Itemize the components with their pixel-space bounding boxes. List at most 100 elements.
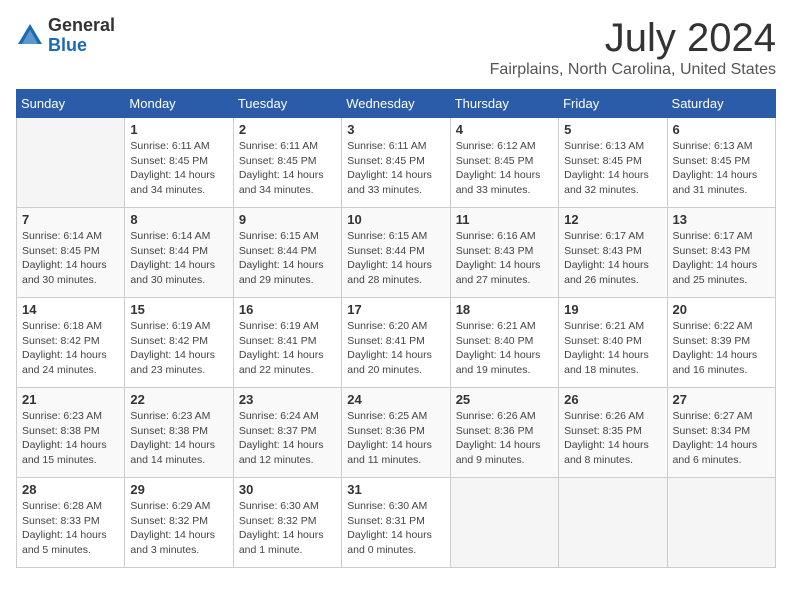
calendar-cell [559,478,667,568]
calendar-cell: 29Sunrise: 6:29 AM Sunset: 8:32 PM Dayli… [125,478,233,568]
day-number: 12 [564,212,661,227]
calendar-cell: 18 Sunrise: 6:21 AM Sunset: 8:40 PM Dayli… [450,298,558,388]
day-number: 27 [673,392,770,407]
day-info: Sunrise: 6:25 AM Sunset: 8:36 PM Dayligh… [347,409,444,468]
calendar-cell: 14 Sunrise: 6:18 AM Sunset: 8:42 PM Dayli… [17,298,125,388]
day-info: Sunrise: 6:15 AM Sunset: 8:44 PM Dayligh… [347,229,444,288]
day-number: 24 [347,392,444,407]
calendar-cell: 26Sunrise: 6:26 AM Sunset: 8:35 PM Dayli… [559,388,667,478]
day-number: 31 [347,482,444,497]
calendar-header-friday: Friday [559,90,667,118]
day-number: 28 [22,482,119,497]
day-number: 3 [347,122,444,137]
calendar-cell: 24 Sunrise: 6:25 AM Sunset: 8:36 PM Dayli… [342,388,450,478]
day-number: 18 [456,302,553,317]
day-info: Sunrise: 6:26 AM Sunset: 8:36 PM Dayligh… [456,409,553,468]
day-number: 10 [347,212,444,227]
day-info: Sunrise: 6:14 AM Sunset: 8:44 PM Dayligh… [130,229,227,288]
day-info: Sunrise: 6:12 AM Sunset: 8:45 PM Dayligh… [456,139,553,198]
calendar-cell: 21Sunrise: 6:23 AM Sunset: 8:38 PM Dayli… [17,388,125,478]
calendar-cell: 23 Sunrise: 6:24 AM Sunset: 8:37 PM Dayli… [233,388,341,478]
day-info: Sunrise: 6:18 AM Sunset: 8:42 PM Dayligh… [22,319,119,378]
day-info: Sunrise: 6:11 AM Sunset: 8:45 PM Dayligh… [130,139,227,198]
calendar-header-saturday: Saturday [667,90,775,118]
day-number: 8 [130,212,227,227]
calendar-header-thursday: Thursday [450,90,558,118]
day-number: 2 [239,122,336,137]
day-info: Sunrise: 6:30 AM Sunset: 8:32 PM Dayligh… [239,499,336,558]
calendar-header-monday: Monday [125,90,233,118]
calendar-cell: 13 Sunrise: 6:17 AM Sunset: 8:43 PM Dayli… [667,208,775,298]
day-info: Sunrise: 6:19 AM Sunset: 8:41 PM Dayligh… [239,319,336,378]
day-info: Sunrise: 6:13 AM Sunset: 8:45 PM Dayligh… [673,139,770,198]
calendar-cell: 22 Sunrise: 6:23 AM Sunset: 8:38 PM Dayli… [125,388,233,478]
calendar-cell: 5 Sunrise: 6:13 AM Sunset: 8:45 PM Daylig… [559,118,667,208]
calendar-cell: 8 Sunrise: 6:14 AM Sunset: 8:44 PM Daylig… [125,208,233,298]
calendar-cell: 12 Sunrise: 6:17 AM Sunset: 8:43 PM Dayli… [559,208,667,298]
calendar-cell: 31Sunrise: 6:30 AM Sunset: 8:31 PM Dayli… [342,478,450,568]
day-info: Sunrise: 6:24 AM Sunset: 8:37 PM Dayligh… [239,409,336,468]
day-number: 17 [347,302,444,317]
calendar-cell: 3Sunrise: 6:11 AM Sunset: 8:45 PM Daylig… [342,118,450,208]
calendar-cell: 16 Sunrise: 6:19 AM Sunset: 8:41 PM Dayli… [233,298,341,388]
day-number: 23 [239,392,336,407]
calendar-cell: 10 Sunrise: 6:15 AM Sunset: 8:44 PM Dayli… [342,208,450,298]
calendar-cell: 2 Sunrise: 6:11 AM Sunset: 8:45 PM Daylig… [233,118,341,208]
day-number: 19 [564,302,661,317]
day-number: 13 [673,212,770,227]
calendar-cell: 27Sunrise: 6:27 AM Sunset: 8:34 PM Dayli… [667,388,775,478]
day-info: Sunrise: 6:11 AM Sunset: 8:45 PM Dayligh… [239,139,336,198]
day-number: 30 [239,482,336,497]
day-info: Sunrise: 6:15 AM Sunset: 8:44 PM Dayligh… [239,229,336,288]
page-header: General Blue July 2024 Fairplains, North… [16,16,776,79]
day-number: 22 [130,392,227,407]
calendar-cell: 20Sunrise: 6:22 AM Sunset: 8:39 PM Dayli… [667,298,775,388]
day-number: 21 [22,392,119,407]
calendar-header-wednesday: Wednesday [342,90,450,118]
title-area: July 2024 Fairplains, North Carolina, Un… [490,16,776,79]
day-number: 15 [130,302,227,317]
logo-general: General [48,15,115,35]
day-number: 14 [22,302,119,317]
day-number: 11 [456,212,553,227]
day-info: Sunrise: 6:20 AM Sunset: 8:41 PM Dayligh… [347,319,444,378]
calendar-cell [450,478,558,568]
calendar-header-row: SundayMondayTuesdayWednesdayThursdayFrid… [17,90,776,118]
day-info: Sunrise: 6:19 AM Sunset: 8:42 PM Dayligh… [130,319,227,378]
day-number: 9 [239,212,336,227]
day-info: Sunrise: 6:23 AM Sunset: 8:38 PM Dayligh… [130,409,227,468]
day-info: Sunrise: 6:16 AM Sunset: 8:43 PM Dayligh… [456,229,553,288]
calendar-cell [17,118,125,208]
day-info: Sunrise: 6:13 AM Sunset: 8:45 PM Dayligh… [564,139,661,198]
calendar-cell: 25 Sunrise: 6:26 AM Sunset: 8:36 PM Dayli… [450,388,558,478]
calendar-header-sunday: Sunday [17,90,125,118]
day-info: Sunrise: 6:17 AM Sunset: 8:43 PM Dayligh… [673,229,770,288]
logo-text: General Blue [48,16,115,56]
day-number: 16 [239,302,336,317]
day-number: 1 [130,122,227,137]
week-row-3: 14 Sunrise: 6:18 AM Sunset: 8:42 PM Dayli… [17,298,776,388]
logo-icon [16,22,44,50]
calendar-cell: 4 Sunrise: 6:12 AM Sunset: 8:45 PM Daylig… [450,118,558,208]
calendar-table: SundayMondayTuesdayWednesdayThursdayFrid… [16,89,776,568]
location-title: Fairplains, North Carolina, United State… [490,61,776,79]
calendar-cell: 19Sunrise: 6:21 AM Sunset: 8:40 PM Dayli… [559,298,667,388]
week-row-2: 7 Sunrise: 6:14 AM Sunset: 8:45 PM Daylig… [17,208,776,298]
day-info: Sunrise: 6:17 AM Sunset: 8:43 PM Dayligh… [564,229,661,288]
day-info: Sunrise: 6:21 AM Sunset: 8:40 PM Dayligh… [456,319,553,378]
day-number: 5 [564,122,661,137]
day-info: Sunrise: 6:28 AM Sunset: 8:33 PM Dayligh… [22,499,119,558]
day-number: 4 [456,122,553,137]
day-number: 25 [456,392,553,407]
month-title: July 2024 [490,16,776,61]
day-info: Sunrise: 6:14 AM Sunset: 8:45 PM Dayligh… [22,229,119,288]
day-number: 7 [22,212,119,227]
calendar-cell: 9 Sunrise: 6:15 AM Sunset: 8:44 PM Daylig… [233,208,341,298]
week-row-4: 21 Sunrise: 6:23 AM Sunset: 8:38 PM Dayli… [17,388,776,478]
week-row-5: 28 Sunrise: 6:28 AM Sunset: 8:33 PM Dayli… [17,478,776,568]
logo: General Blue [16,16,115,56]
calendar-cell: 15 Sunrise: 6:19 AM Sunset: 8:42 PM Dayli… [125,298,233,388]
calendar-cell: 28 Sunrise: 6:28 AM Sunset: 8:33 PM Dayli… [17,478,125,568]
day-info: Sunrise: 6:22 AM Sunset: 8:39 PM Dayligh… [673,319,770,378]
calendar-header-tuesday: Tuesday [233,90,341,118]
